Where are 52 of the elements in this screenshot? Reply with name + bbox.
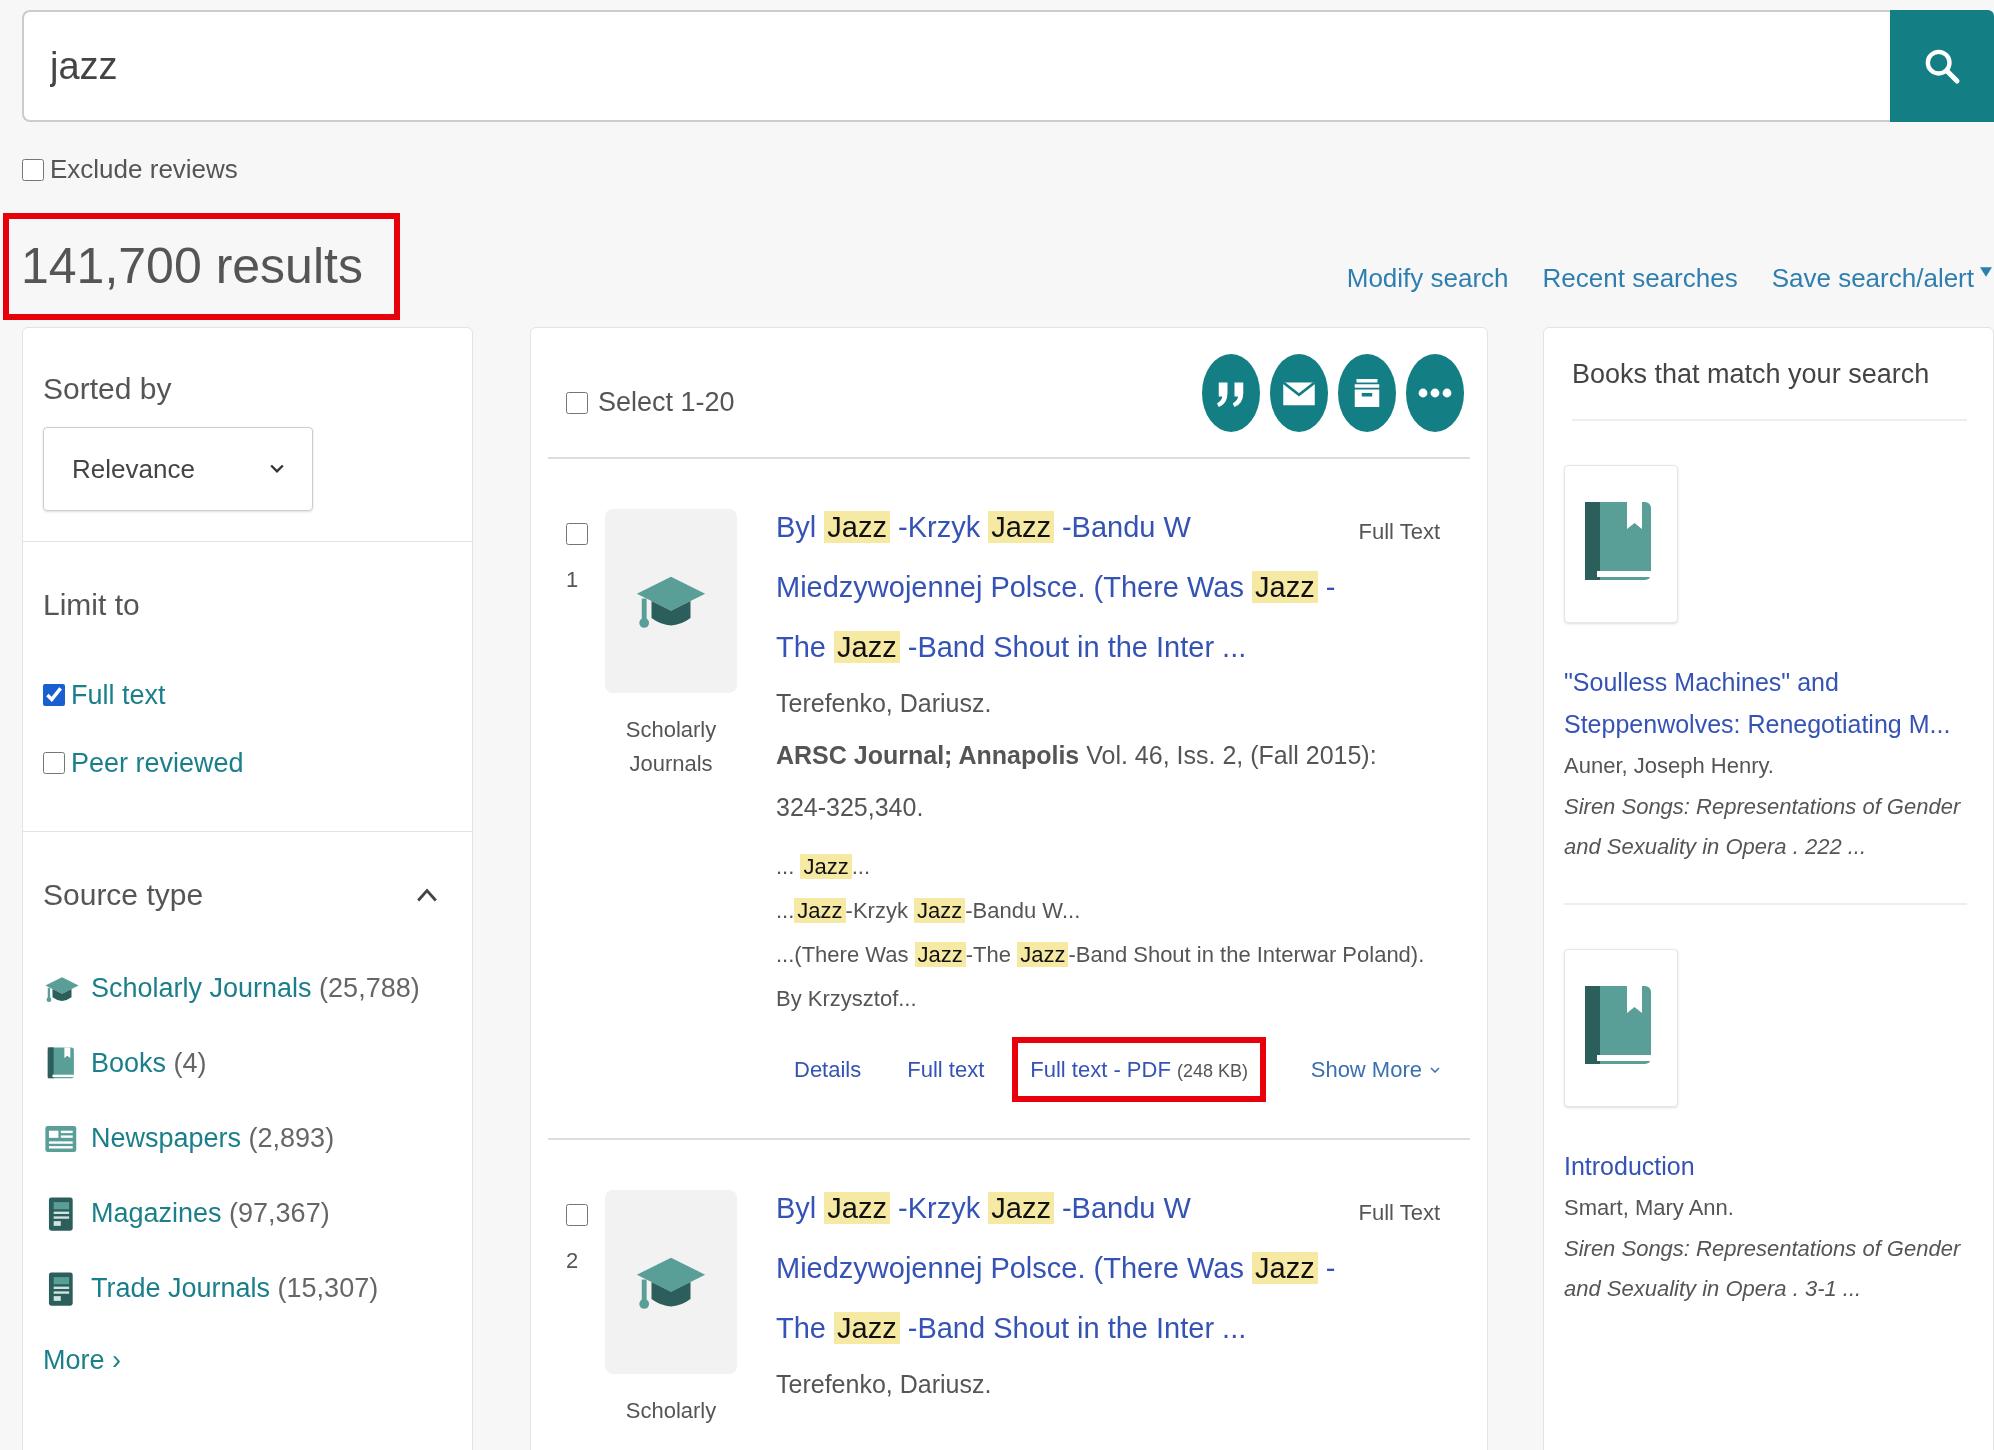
result-checkbox[interactable] [566, 1204, 588, 1226]
chevron-down-icon [270, 464, 284, 474]
checkbox-label: Exclude reviews [50, 153, 238, 186]
source-text: Siren Songs: Representations of Gender and Sexuality in Opera . 222 ... [1564, 792, 1962, 861]
checkbox-label: Select 1-20 [598, 386, 735, 420]
snippet-text: ... Jazz... ...Jazz-Krzyk Jazz-Bandu W... ...(There Was Jazz-The Jazz-Band Shout in the Interwar Poland). By Krzysztof... [776, 853, 1426, 1013]
availability-label: Full Text [1358, 1199, 1440, 1227]
result-checkbox[interactable] [566, 523, 588, 545]
document-type: Scholarly [624, 1397, 718, 1425]
caret-icon [1980, 266, 1992, 277]
results-count: 141,700 results [3, 213, 400, 320]
source-text: Siren Songs: Representations of Gender and Sexuality in Opera . 3-1 ... [1564, 1234, 1962, 1303]
sort-dropdown[interactable]: Relevance [43, 427, 313, 511]
result-title[interactable]: Byl Jazz -Krzyk Jazz -Bandu W Miedzywojennej Polsce. (There Was Jazz -The Jazz -Band Shout in the Inter ... [776, 497, 1349, 677]
link[interactable]: Modify search [1346, 259, 1509, 298]
more-icon [1418, 387, 1452, 398]
result-number: 1 [566, 566, 579, 594]
section-heading: Source type [43, 877, 204, 913]
source-type-link[interactable]: Books (4) [91, 1043, 207, 1084]
more-link[interactable]: More › [43, 1340, 452, 1381]
filter-checkbox[interactable] [43, 752, 65, 774]
dropdown-link[interactable]: Save search/alert [1771, 259, 1992, 298]
author-text: Terefenko, Dariusz. [776, 1369, 993, 1400]
book-title[interactable]: "Soulless Machines" and Steppenwolves: Renegotiating M... [1564, 660, 1967, 745]
result-title[interactable]: Byl Jazz -Krzyk Jazz -Bandu W Miedzywojennej Polsce. (There Was Jazz -The Jazz -Band Shout in the Inter ... [776, 1178, 1349, 1358]
source-text: ARSC Journal; Annapolis Vol. 46, Iss. 2, (Fall 2015): 324-325,340. [776, 740, 1378, 823]
select-all-checkbox[interactable] [566, 391, 588, 414]
filter-checkbox[interactable] [43, 684, 65, 706]
section-heading: Books that match your search [1572, 328, 1967, 421]
source-type-link[interactable]: Newspapers (2,893) [91, 1118, 335, 1159]
book-title[interactable]: Introduction [1564, 1144, 1967, 1187]
link[interactable]: Recent searches [1542, 259, 1738, 298]
link[interactable]: Full text [889, 1037, 1003, 1102]
search-button[interactable] [1890, 10, 1994, 122]
source-type-link[interactable]: Trade Journals (15,307) [91, 1268, 379, 1309]
author-text: Smart, Mary Ann. [1564, 1193, 1735, 1222]
show-more-link[interactable]: Show More [1310, 1053, 1440, 1086]
availability-label: Full Text [1358, 518, 1440, 546]
result-number: 2 [566, 1247, 579, 1275]
section-heading: Sorted by [43, 371, 173, 407]
section-heading: Limit to [43, 587, 141, 623]
document-type: Scholarly Journals [624, 716, 718, 778]
link[interactable]: Full text - PDF (248 KB) [1012, 1037, 1267, 1102]
author-text: Terefenko, Dariusz. [776, 688, 993, 719]
source-type-link[interactable]: Magazines (97,367) [91, 1193, 330, 1234]
filter-label[interactable]: Peer reviewed [71, 742, 244, 784]
filter-label[interactable]: Full text [71, 674, 166, 716]
link[interactable]: Details [776, 1037, 880, 1102]
chevron-down-icon [1430, 1066, 1440, 1073]
author-text: Auner, Joseph Henry. [1564, 751, 1775, 780]
exclude-reviews-checkbox[interactable] [22, 158, 44, 181]
source-type-link[interactable]: Scholarly Journals (25,788) [91, 968, 420, 1009]
